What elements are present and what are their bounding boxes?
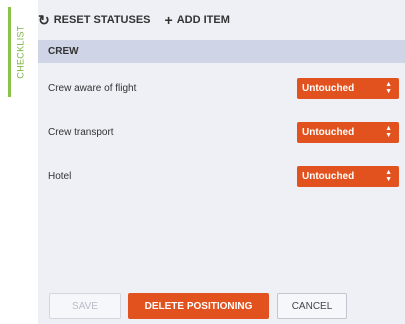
checklist-tab[interactable]: CHECKLIST — [8, 7, 30, 97]
status-select-value: Untouched — [302, 170, 355, 182]
updown-icon: ▲ ▼ — [385, 80, 392, 95]
refresh-icon: ↻ — [38, 12, 50, 28]
checklist-item-label: Hotel — [48, 170, 72, 182]
checklist-row: Crew transport Untouched ▲ ▼ — [38, 120, 405, 144]
updown-icon: ▲ ▼ — [385, 168, 392, 183]
status-select[interactable]: Untouched ▲ ▼ — [297, 165, 399, 187]
reset-statuses-label: RESET STATUSES — [53, 14, 151, 26]
checklist-item-label: Crew transport — [48, 126, 114, 138]
cancel-button[interactable]: CANCEL — [277, 293, 347, 319]
save-button[interactable]: SAVE — [49, 293, 121, 319]
updown-icon: ▲ ▼ — [385, 124, 392, 139]
status-select-value: Untouched — [302, 126, 355, 138]
toolbar: ↻ RESET STATUSES + ADD ITEM — [38, 8, 398, 32]
add-item-button[interactable]: + ADD ITEM — [165, 13, 230, 27]
status-select[interactable]: Untouched ▲ ▼ — [297, 121, 399, 143]
status-select[interactable]: Untouched ▲ ▼ — [297, 77, 399, 99]
checklist-tab-label: CHECKLIST — [15, 25, 26, 79]
reset-statuses-button[interactable]: ↻ RESET STATUSES — [38, 13, 151, 27]
delete-positioning-button[interactable]: DELETE POSITIONING — [128, 293, 269, 319]
checklist-item-label: Crew aware of flight — [48, 82, 137, 94]
add-item-label: ADD ITEM — [176, 14, 230, 26]
checklist-row: Crew aware of flight Untouched ▲ ▼ — [38, 76, 405, 100]
plus-icon: + — [164, 12, 173, 28]
section-header-crew: CREW — [38, 40, 405, 63]
status-select-value: Untouched — [302, 82, 355, 94]
checklist-row: Hotel Untouched ▲ ▼ — [38, 164, 405, 188]
